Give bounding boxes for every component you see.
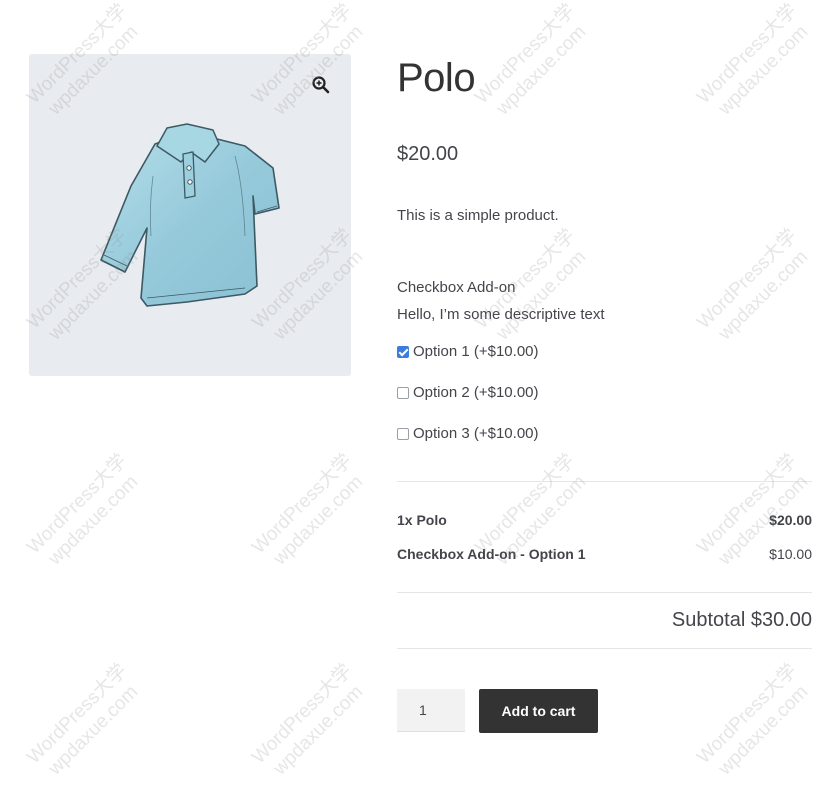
watermark-line: WordPress大学	[23, 450, 132, 559]
checkbox-icon[interactable]	[397, 427, 409, 440]
totals-line: Checkbox Add-on - Option 1 $10.00	[397, 546, 812, 562]
addon-option-3[interactable]: Option 3 (+$10.00)	[397, 425, 539, 442]
watermark-line: wpdaxue.com	[44, 681, 143, 780]
watermark: WordPress大学 wpdaxue.com	[23, 660, 148, 785]
watermark: WordPress大学 wpdaxue.com	[248, 660, 373, 785]
watermark: WordPress大学 wpdaxue.com	[248, 450, 373, 575]
watermark-line: wpdaxue.com	[44, 471, 143, 570]
watermark-line: wpdaxue.com	[714, 21, 813, 120]
watermark-line: wpdaxue.com	[269, 681, 368, 780]
addon-option-label: Option 3 (+$10.00)	[413, 425, 539, 442]
watermark-line: wpdaxue.com	[714, 681, 813, 780]
polo-shirt-image[interactable]	[95, 116, 285, 316]
product-gallery	[29, 54, 351, 376]
watermark-line: WordPress大学	[471, 0, 580, 109]
watermark: WordPress大学 wpdaxue.com	[23, 450, 148, 575]
totals-line-label: Checkbox Add-on - Option 1	[397, 546, 586, 562]
addon-option-2[interactable]: Option 2 (+$10.00)	[397, 384, 539, 401]
watermark-line: wpdaxue.com	[714, 246, 813, 345]
totals-line: 1x Polo $20.00	[397, 512, 812, 528]
totals-line-label: 1x Polo	[397, 512, 447, 528]
watermark: WordPress大学 wpdaxue.com	[693, 660, 818, 785]
watermark: WordPress大学 wpdaxue.com	[693, 0, 818, 125]
add-to-cart-button[interactable]: Add to cart	[479, 689, 598, 733]
checkbox-icon[interactable]	[397, 386, 409, 399]
divider	[397, 648, 812, 649]
watermark-line: wpdaxue.com	[492, 21, 591, 120]
addon-option-label: Option 1 (+$10.00)	[413, 343, 539, 360]
totals-line-amount: $20.00	[769, 512, 812, 528]
subtotal: Subtotal $30.00	[671, 609, 812, 631]
watermark-line: WordPress大学	[693, 0, 802, 109]
product-description: This is a simple product.	[397, 207, 559, 224]
watermark-line: WordPress大学	[693, 660, 802, 769]
watermark-line: WordPress大学	[693, 225, 802, 334]
addon-title: Checkbox Add-on	[397, 279, 516, 296]
watermark-line: WordPress大学	[23, 660, 132, 769]
addon-option-1[interactable]: Option 1 (+$10.00)	[397, 343, 539, 360]
watermark-line: wpdaxue.com	[269, 471, 368, 570]
watermark-line: WordPress大学	[248, 660, 357, 769]
watermark-line: WordPress大学	[248, 450, 357, 559]
divider	[397, 481, 812, 482]
addon-option-label: Option 2 (+$10.00)	[413, 384, 539, 401]
totals-line-amount: $10.00	[769, 546, 812, 562]
checkbox-checked-icon[interactable]	[397, 345, 409, 358]
product-price: $20.00	[397, 143, 459, 165]
watermark-line: WordPress大学	[471, 450, 580, 559]
watermark-line: WordPress大学	[693, 450, 802, 559]
watermark: WordPress大学 wpdaxue.com	[693, 225, 818, 350]
zoom-icon[interactable]	[311, 75, 331, 95]
quantity-input[interactable]	[397, 689, 465, 732]
addon-description: Hello, I’m some descriptive text	[397, 306, 605, 323]
product-title: Polo	[397, 56, 476, 100]
divider	[397, 592, 812, 593]
watermark: WordPress大学 wpdaxue.com	[471, 0, 596, 125]
